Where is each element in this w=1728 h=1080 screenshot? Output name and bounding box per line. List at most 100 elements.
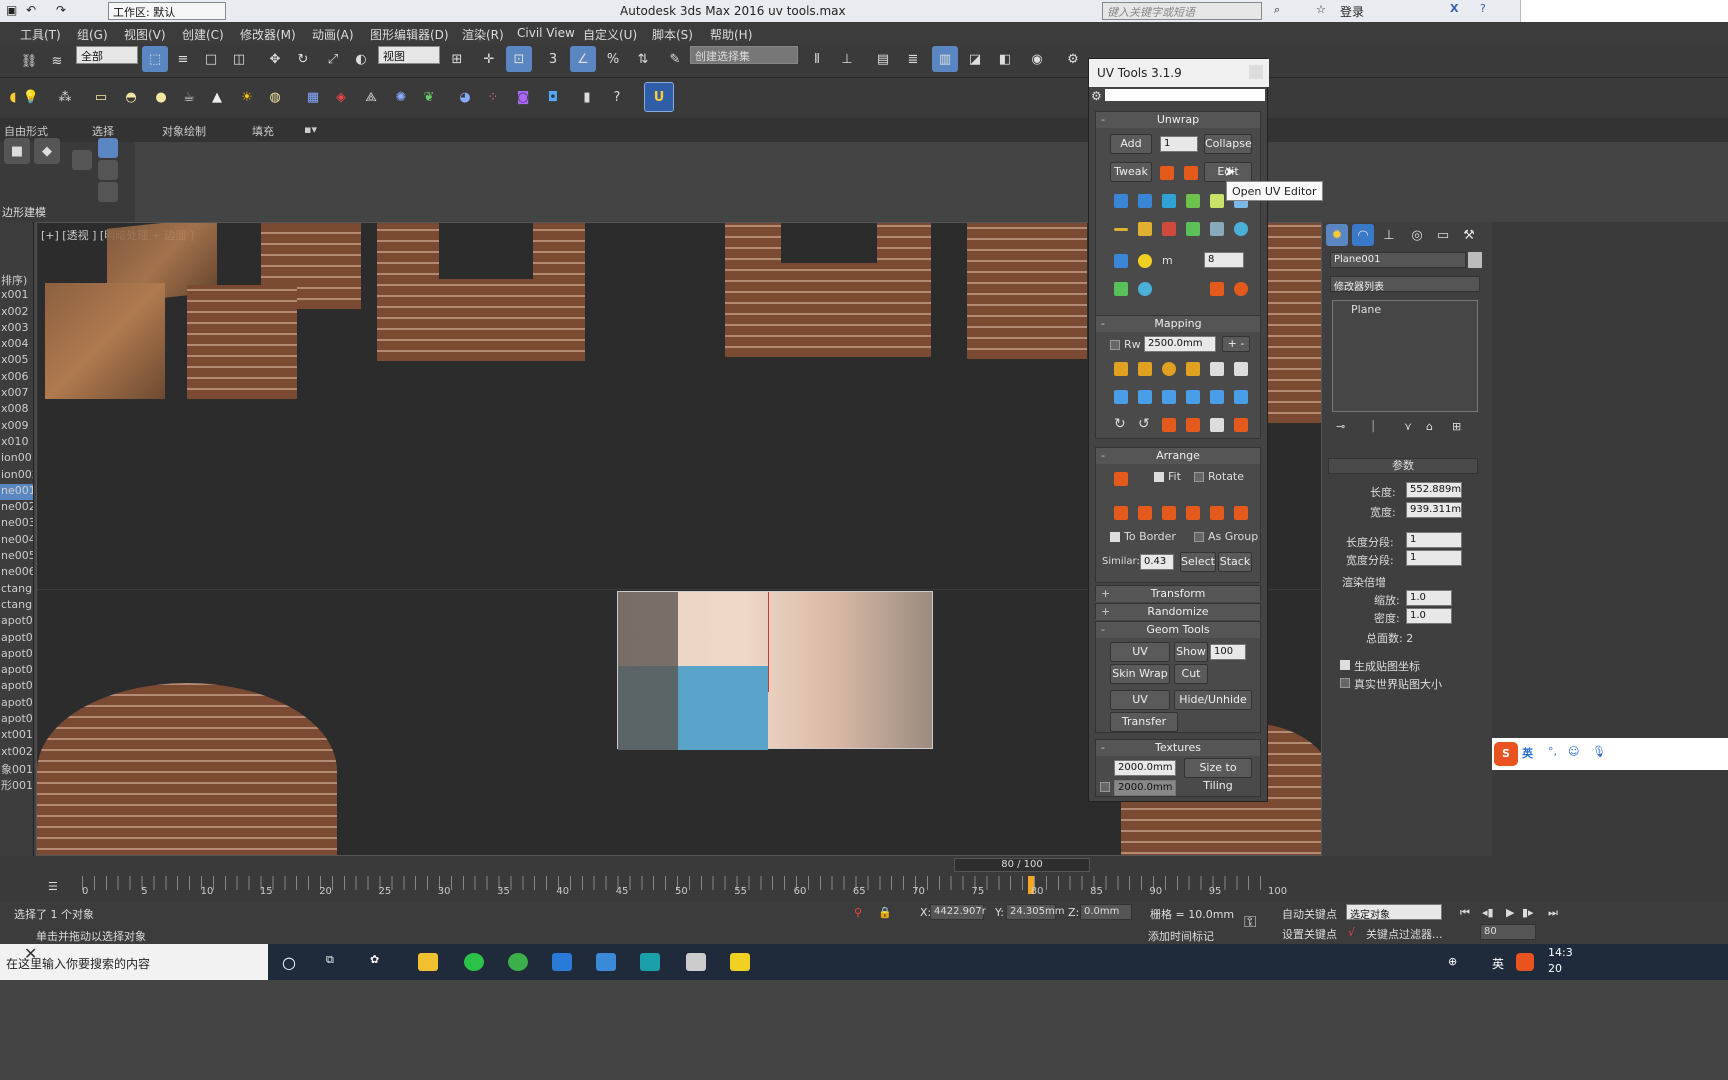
texel-density-field[interactable]: 8 — [1204, 252, 1244, 268]
select-object-icon[interactable]: ⬚ — [142, 46, 168, 72]
key-mode-select[interactable]: 选定对象 — [1346, 904, 1442, 921]
rw-checkbox[interactable] — [1110, 340, 1120, 350]
scene-list-item[interactable]: apot0 — [0, 647, 33, 663]
element-icon[interactable] — [1186, 194, 1200, 208]
help-circle-icon[interactable]: ? — [604, 84, 630, 110]
menu-scripting[interactable]: 脚本(S) — [652, 26, 693, 43]
texel-icon[interactable] — [1114, 254, 1128, 268]
flip-icon[interactable] — [1234, 418, 1248, 432]
scene-list-item[interactable]: 形001 — [0, 777, 33, 793]
redo-icon[interactable]: ↷ — [56, 3, 66, 17]
exchange-icon[interactable]: X — [1450, 2, 1458, 15]
login-link[interactable]: 登录 — [1340, 3, 1364, 20]
goto-end-icon[interactable]: ⏭ — [1548, 906, 1558, 920]
texture-size-field[interactable]: 2000.0mm — [1114, 760, 1176, 776]
poly-tool-icon[interactable] — [72, 150, 92, 170]
scene-list-item[interactable]: x003 — [0, 321, 33, 337]
pin-stack-icon[interactable]: ⊸ — [1336, 420, 1345, 433]
motion-tab-icon[interactable]: ◎ — [1406, 224, 1428, 246]
close-search-icon[interactable]: ✕ — [24, 944, 37, 963]
menu-rendering[interactable]: 渲染(R) — [462, 26, 504, 43]
box-map-icon[interactable] — [1210, 282, 1224, 296]
app-icon[interactable] — [596, 953, 616, 971]
add-time-tag[interactable]: 添加时间标记 — [1148, 928, 1214, 944]
material-sphere-icon[interactable]: ◕ — [452, 84, 478, 110]
manipulate-icon[interactable]: ✛ — [476, 46, 502, 72]
break-icon[interactable] — [1162, 222, 1176, 236]
lock-icon[interactable]: 🔒 — [878, 906, 892, 919]
named-selection-select[interactable]: 创建选择集 — [690, 46, 798, 64]
menu-create[interactable]: 创建(C) — [182, 26, 224, 43]
scene-list-header[interactable]: 排序) — [0, 272, 33, 288]
scene-list-item[interactable]: ne001 — [0, 483, 33, 501]
align-middle-icon[interactable] — [1138, 506, 1152, 520]
gear-icon[interactable]: ⚙ — [1091, 89, 1102, 103]
align-bottom-icon[interactable] — [1162, 506, 1176, 520]
scene-list-item[interactable]: ctangl — [0, 598, 33, 614]
ribbon-tab-freeform[interactable]: 自由形式 — [4, 123, 48, 139]
pivot-tool-icon[interactable] — [98, 182, 118, 202]
scene-list-item[interactable]: ion001 — [0, 451, 33, 467]
keyboard-shortcut-icon[interactable]: ⊡ — [506, 46, 532, 72]
scene-explorer[interactable]: 排序) x001 x002 x003 x004 x005 x006 x007 x008 x009 x… — [0, 222, 34, 872]
randomize-rollout[interactable]: + Randomize — [1095, 603, 1261, 620]
current-frame-field[interactable]: 80 — [1480, 924, 1536, 940]
material-editor-icon[interactable]: ◉ — [1024, 46, 1050, 72]
mm-icon[interactable]: m — [1162, 254, 1173, 267]
ribbon-tab-populate[interactable]: 填充 — [252, 123, 274, 139]
hierarchy-tab-icon[interactable]: ⊥ — [1378, 224, 1400, 246]
hide-unhide-button[interactable]: Hide/Unhide — [1174, 690, 1252, 710]
mirror-icon[interactable]: ⫴ — [804, 46, 830, 72]
menu-animation[interactable]: 动画(A) — [312, 26, 354, 43]
cut-button[interactable]: Cut — [1174, 664, 1208, 684]
pack-icon[interactable] — [1114, 472, 1128, 486]
texture-checkbox[interactable] — [1100, 782, 1110, 792]
add-button[interactable]: Add — [1110, 134, 1152, 154]
undo-icon[interactable]: ↶ — [26, 3, 36, 17]
menu-civil-view[interactable]: Civil View — [517, 26, 575, 40]
scene-list-item[interactable]: xt001 — [0, 728, 33, 744]
prev-frame-icon[interactable]: ◂▮ — [1482, 906, 1494, 919]
scene-list-item[interactable]: x009 — [0, 419, 33, 435]
selection-filter[interactable]: 全部 — [76, 46, 138, 64]
skin-wrap-button[interactable]: Skin Wrap — [1110, 664, 1170, 684]
search-input[interactable]: 键入关键字或短语 — [1102, 2, 1262, 20]
render-setup-icon[interactable]: ⚙ — [1060, 46, 1086, 72]
transform-rollout[interactable]: + Transform — [1095, 585, 1261, 602]
key-icon[interactable]: ⚿ — [1244, 912, 1256, 932]
close-icon[interactable] — [1249, 65, 1263, 79]
next-frame-icon[interactable]: ▮▸ — [1522, 906, 1534, 919]
layer-explorer-icon[interactable]: ▤ — [870, 46, 896, 72]
bulb-icon[interactable] — [1138, 254, 1152, 268]
scene-list-item[interactable]: x008 — [0, 402, 33, 418]
reset-icon[interactable] — [1210, 390, 1224, 404]
rotate-icon[interactable]: ↻ — [290, 46, 316, 72]
geom-tools-header[interactable]: - Geom Tools — [1096, 622, 1260, 638]
particle-icon[interactable]: ⁂ — [52, 84, 78, 110]
display-tab-icon[interactable]: ▭ — [1432, 224, 1454, 246]
as-group-checkbox[interactable] — [1194, 532, 1204, 542]
collapse-button[interactable]: Collapse — [1204, 134, 1252, 154]
show-field[interactable]: 100 — [1210, 644, 1246, 660]
schematic-icon[interactable]: ◧ — [992, 46, 1018, 72]
fit-checkbox[interactable] — [1154, 472, 1164, 482]
menu-tools[interactable]: 工具(T) — [20, 26, 61, 43]
create-tab-icon[interactable]: ✹ — [1326, 224, 1348, 246]
image-icon[interactable] — [1114, 282, 1128, 296]
scene-list-item[interactable]: ne003 — [0, 516, 33, 532]
rect-selection-icon[interactable]: □ — [198, 46, 224, 72]
object-name-field[interactable]: Plane001 — [1330, 252, 1466, 268]
seam-icon[interactable] — [1114, 228, 1128, 231]
wechat-icon[interactable] — [464, 953, 484, 971]
star-icon[interactable]: ☆ — [1316, 3, 1326, 16]
sogou-icon[interactable]: S — [1494, 742, 1518, 766]
eyedropper-icon[interactable] — [1210, 362, 1224, 376]
bind-icon[interactable]: ≋ — [44, 48, 70, 74]
scene-list-item[interactable]: x007 — [0, 386, 33, 402]
textured-plane[interactable] — [617, 591, 933, 750]
menu-graph-editors[interactable]: 图形编辑器(D) — [370, 26, 449, 43]
camera-icon[interactable]: ◘ — [540, 84, 566, 110]
stack-item[interactable]: Plane — [1333, 301, 1477, 318]
scene-list-item[interactable]: apot0 — [0, 679, 33, 695]
geosphere-icon[interactable]: ◍ — [262, 84, 288, 110]
